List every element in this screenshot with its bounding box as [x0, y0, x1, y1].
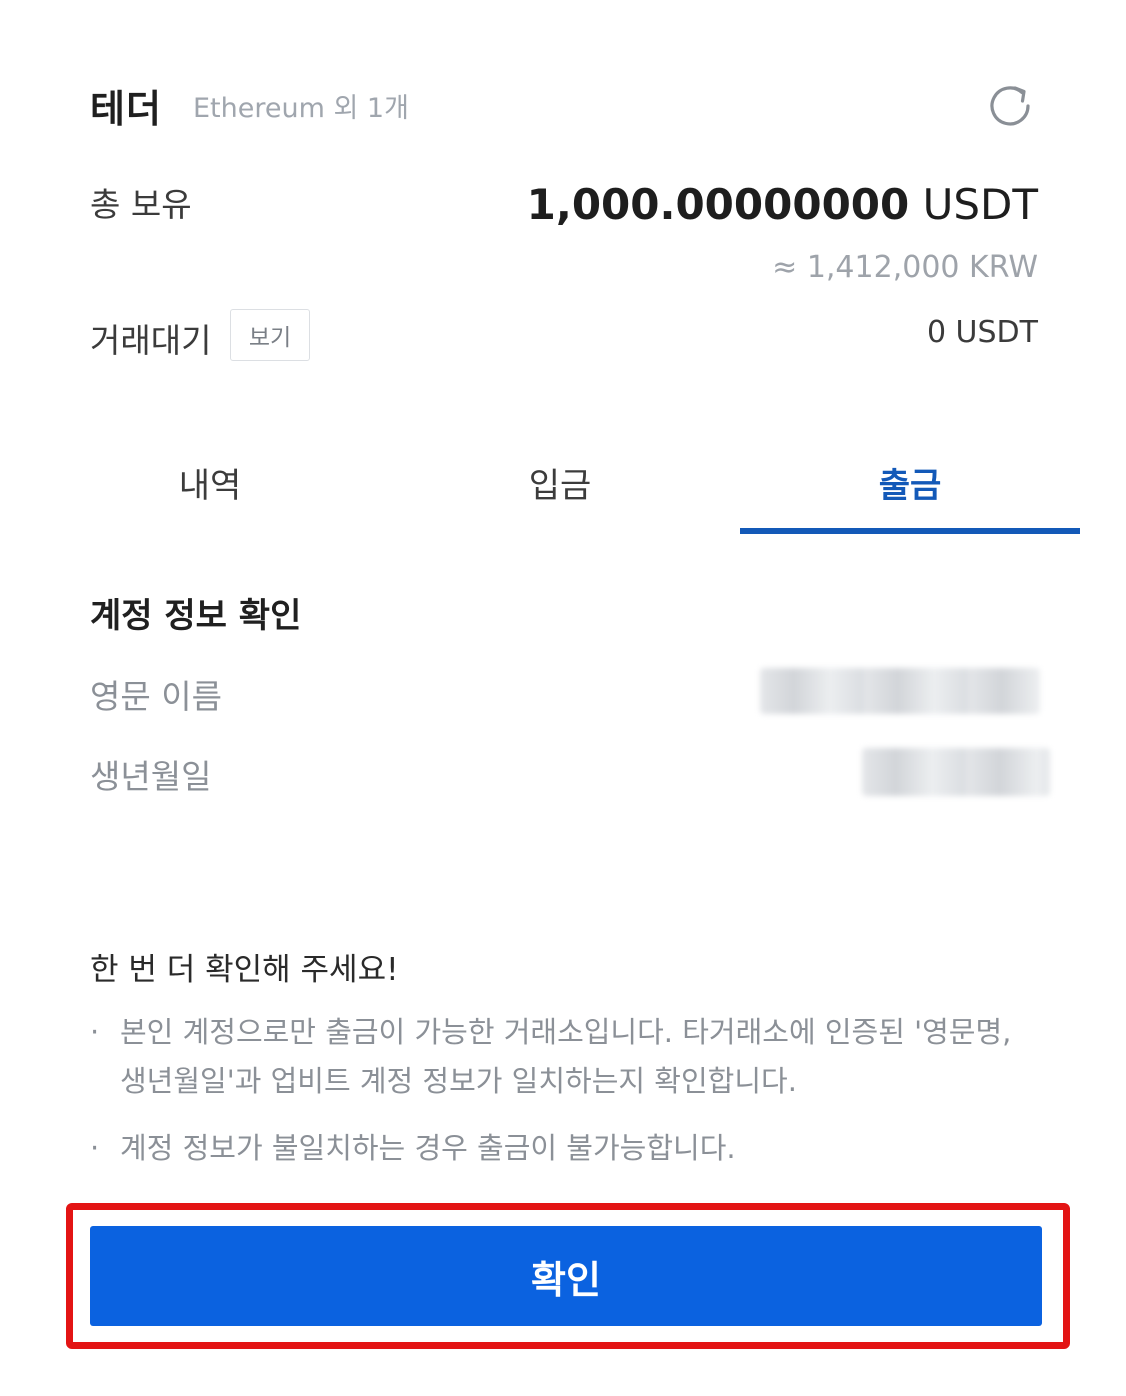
refresh-icon-graphic — [990, 86, 1030, 126]
total-holdings-label: 총 보유 — [90, 185, 192, 224]
birthdate-value-redacted — [862, 748, 1050, 796]
birthdate-label: 생년월일 — [90, 757, 212, 796]
tab-withdraw[interactable]: 출금 — [740, 430, 1080, 534]
notice-item: · 계정 정보가 불일치하는 경우 출금이 불가능합니다. — [90, 1124, 1040, 1173]
confirm-button[interactable]: 확인 — [90, 1226, 1042, 1326]
notice-title: 한 번 더 확인해 주세요! — [90, 952, 399, 988]
withdraw-page: 테더 Ethereum 외 1개 총 보유 1,000.00000000 USD… — [0, 0, 1126, 1396]
notice-text: 계정 정보가 불일치하는 경우 출금이 불가능합니다. — [120, 1131, 736, 1165]
notice-item: · 본인 계정으로만 출금이 가능한 거래소입니다. 타거래소에 인증된 '영문… — [90, 1008, 1040, 1106]
krw-equivalent: ≈ 1,412,000 KRW — [772, 250, 1038, 285]
total-amount: 1,000.00000000 — [526, 180, 910, 229]
pending-amount: 0 USDT — [926, 315, 1038, 350]
notice-text: 본인 계정으로만 출금이 가능한 거래소입니다. 타거래소에 인증된 '영문명,… — [120, 1015, 1012, 1098]
pending-view-button[interactable]: 보기 — [230, 309, 310, 361]
total-unit: USDT — [922, 180, 1038, 229]
bullet: · — [90, 1015, 100, 1049]
english-name-value-redacted — [760, 668, 1040, 714]
coin-name: 테더 — [90, 87, 162, 131]
coin-network: Ethereum 외 1개 — [193, 93, 409, 124]
bullet: · — [90, 1131, 100, 1165]
active-tab-indicator — [740, 528, 1080, 534]
total-holdings-value: 1,000.00000000 USDT — [527, 180, 1038, 229]
tab-bar: 내역 입금 출금 — [40, 430, 1080, 536]
english-name-label: 영문 이름 — [90, 677, 222, 716]
refresh-icon[interactable] — [984, 80, 1036, 132]
account-info-title: 계정 정보 확인 — [90, 596, 302, 636]
tab-history[interactable]: 내역 — [40, 430, 380, 534]
tab-deposit[interactable]: 입금 — [390, 430, 730, 534]
pending-label: 거래대기 — [90, 321, 212, 360]
